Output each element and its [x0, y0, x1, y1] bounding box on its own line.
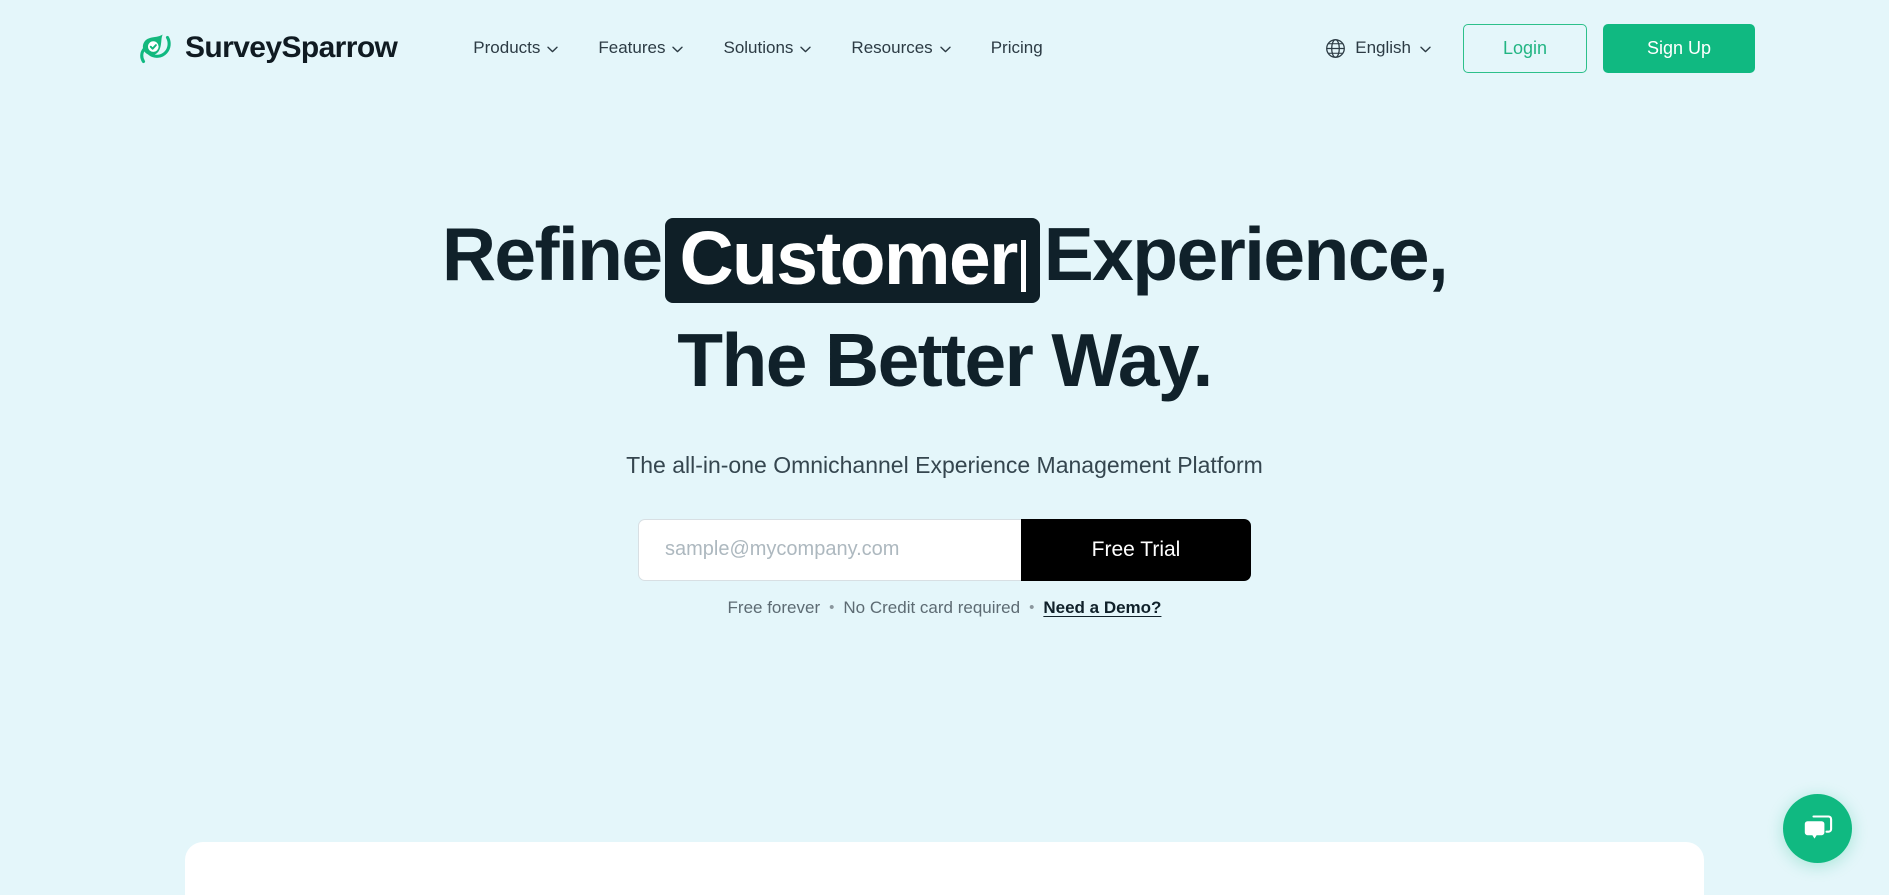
brand-logo[interactable]: SurveySparrow: [134, 28, 398, 68]
nav-item-features[interactable]: Features: [578, 28, 703, 68]
nav-item-solutions[interactable]: Solutions: [703, 28, 831, 68]
headline-line-1: Refine Customer Experience,: [0, 212, 1889, 303]
signup-button[interactable]: Sign Up: [1603, 23, 1755, 73]
headline-suffix: Experience,: [1043, 212, 1449, 296]
nav-label: Products: [473, 38, 541, 57]
headline-line-2: The Better Way.: [677, 317, 1213, 402]
page-title: Refine Customer Experience, The Better Way…: [0, 214, 1889, 398]
chevron-down-icon: [547, 46, 559, 53]
content-panel: [185, 842, 1704, 895]
note-no-credit-card: No Credit card required: [843, 597, 1021, 617]
headline-typed-word: Customer: [665, 216, 1040, 303]
chat-bubbles-icon: [1801, 812, 1835, 846]
form-note: Free forever • No Credit card required •…: [0, 598, 1889, 618]
chevron-down-icon: [939, 46, 951, 53]
need-a-demo-link[interactable]: Need a Demo?: [1043, 598, 1161, 618]
nav-label: Solutions: [723, 38, 794, 57]
nav-label: Resources: [851, 38, 933, 57]
login-button[interactable]: Login: [1463, 23, 1587, 73]
hero-section: Refine Customer Experience, The Better Way…: [0, 96, 1889, 618]
nav-item-pricing[interactable]: Pricing: [971, 28, 1063, 68]
site-header: SurveySparrow Products Features Solution…: [0, 0, 1889, 96]
headline-prefix: Refine: [441, 212, 663, 296]
nav-item-resources[interactable]: Resources: [831, 28, 970, 68]
note-separator: •: [1029, 599, 1035, 617]
chat-widget-button[interactable]: [1783, 794, 1852, 863]
globe-icon: [1325, 38, 1346, 59]
note-separator: •: [829, 599, 835, 617]
brand-name: SurveySparrow: [185, 31, 398, 64]
free-trial-button[interactable]: Free Trial: [1021, 518, 1251, 581]
chevron-down-icon: [800, 46, 812, 53]
header-actions: English Login Sign Up: [1319, 23, 1755, 73]
chevron-down-icon: [1420, 46, 1431, 53]
form-shell: Free Trial: [638, 518, 1251, 581]
note-free-forever: Free forever: [727, 597, 821, 617]
typed-text: Customer: [679, 216, 1018, 300]
hero-subheadline: The all-in-one Omnichannel Experience Ma…: [626, 451, 1263, 478]
nav-label: Pricing: [990, 38, 1043, 57]
text-caret: [1020, 240, 1026, 292]
nav-label: Features: [598, 38, 666, 57]
nav-item-products[interactable]: Products: [453, 28, 578, 68]
main-navigation: Products Features Solutions Resources Pr: [453, 28, 1062, 68]
sparrow-leaf-check-logo-icon: [134, 28, 174, 68]
email-input[interactable]: [638, 518, 1021, 581]
chevron-down-icon: [672, 46, 684, 53]
signup-form: Free Trial: [0, 518, 1889, 581]
language-selector[interactable]: English: [1319, 30, 1437, 67]
language-label: English: [1355, 38, 1411, 57]
